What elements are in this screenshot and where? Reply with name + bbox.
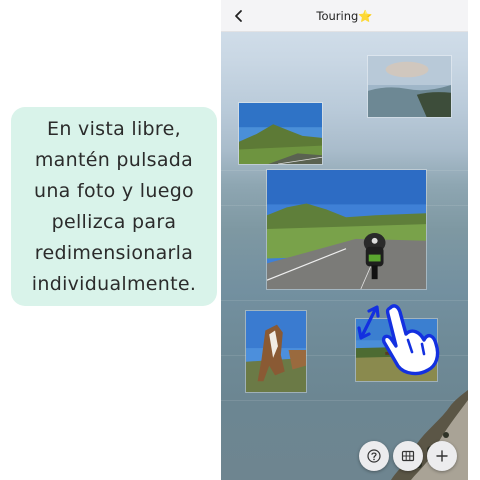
photo-horse[interactable]: [245, 310, 307, 393]
grid-icon: [401, 450, 415, 462]
tip-line: mantén pulsada: [34, 148, 194, 171]
pinch-hand-icon: [357, 304, 440, 376]
question-circle-icon: [367, 449, 381, 463]
shore-rocks: [391, 390, 468, 480]
add-button[interactable]: [427, 441, 457, 471]
photo-green-hills[interactable]: [238, 102, 323, 165]
phone-screen: Touring⭐: [221, 0, 468, 480]
tip-line: En vista libre,: [47, 117, 181, 140]
photo-sea-coast[interactable]: [367, 55, 452, 118]
app-header: Touring⭐: [221, 0, 468, 32]
tip-line: pellizca para: [51, 210, 177, 233]
tip-line: individualmente.: [31, 272, 197, 295]
plus-icon: [436, 450, 448, 462]
photo-motorcycle-road[interactable]: [266, 169, 427, 290]
album-title: Touring⭐: [316, 9, 373, 23]
help-button[interactable]: [359, 441, 389, 471]
tip-bubble: En vista libre, mantén pulsada una foto …: [11, 107, 217, 306]
tip-line: una foto y luego: [34, 179, 194, 202]
layout-button[interactable]: [393, 441, 423, 471]
tip-text: En vista libre, mantén pulsada una foto …: [32, 114, 196, 300]
tip-line: redimensionarla: [34, 241, 194, 264]
